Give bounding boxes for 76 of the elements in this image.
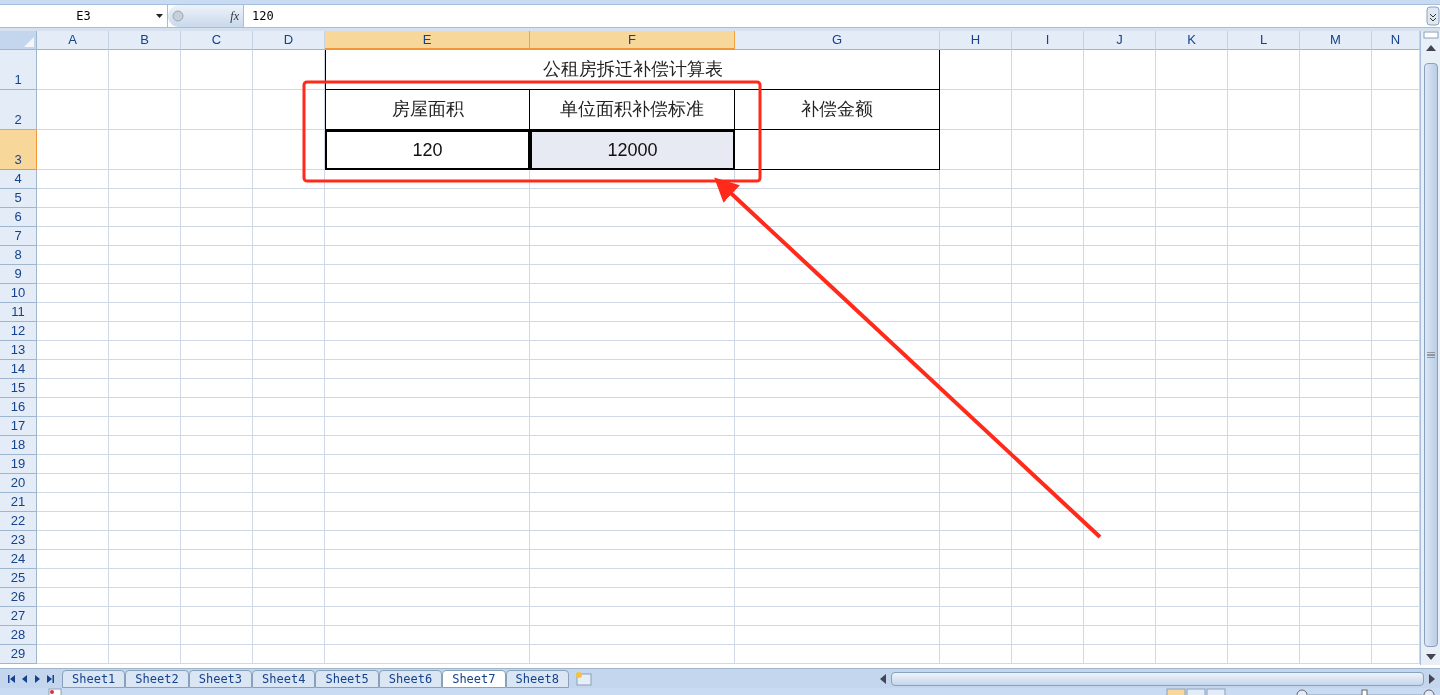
previous-sheet-icon[interactable] — [22, 674, 28, 683]
last-sheet-icon[interactable] — [47, 674, 55, 683]
column-header[interactable]: F — [530, 31, 735, 50]
name-box[interactable]: E3 — [0, 5, 168, 27]
right-arrow-icon[interactable] — [1428, 673, 1436, 684]
knob-icon — [172, 10, 184, 22]
sheet-tab[interactable]: Sheet5 — [315, 669, 379, 688]
column-header[interactable]: J — [1084, 31, 1156, 50]
row-header[interactable]: 23 — [0, 531, 37, 550]
column-header[interactable]: H — [940, 31, 1012, 50]
row-header[interactable]: 24 — [0, 550, 37, 569]
column-header[interactable]: E — [325, 31, 530, 50]
grip-icon — [1426, 352, 1435, 358]
row-header[interactable]: 2 — [0, 90, 37, 130]
row-header[interactable]: 22 — [0, 512, 37, 531]
function-button[interactable]: fx — [230, 7, 239, 25]
column-header[interactable]: K — [1156, 31, 1228, 50]
column-header[interactable]: G — [735, 31, 940, 50]
row-header[interactable]: 19 — [0, 455, 37, 474]
expand-icon[interactable] — [1426, 6, 1440, 26]
row-header[interactable]: 18 — [0, 436, 37, 455]
sheet-tab[interactable]: Sheet7 — [442, 669, 506, 688]
column-header[interactable]: I — [1012, 31, 1084, 50]
row-header[interactable]: 10 — [0, 284, 37, 303]
select-all-button[interactable] — [0, 31, 37, 50]
sheet-tab[interactable]: Sheet8 — [505, 669, 569, 688]
row-header[interactable]: 6 — [0, 208, 37, 227]
row-header[interactable]: 21 — [0, 493, 37, 512]
row-header[interactable]: 15 — [0, 379, 37, 398]
sheet-tab[interactable]: Sheet2 — [125, 669, 189, 688]
column-header[interactable]: C — [181, 31, 253, 50]
column-header[interactable]: A — [37, 31, 109, 50]
column-header[interactable]: D — [253, 31, 325, 50]
row-header[interactable]: 13 — [0, 341, 37, 360]
left-arrow-icon[interactable] — [879, 673, 887, 684]
vertical-scrollbar[interactable] — [1420, 31, 1440, 665]
row-header[interactable]: 29 — [0, 645, 37, 664]
row-header[interactable]: 28 — [0, 626, 37, 645]
column-header[interactable]: L — [1228, 31, 1300, 50]
column-header[interactable]: N — [1372, 31, 1420, 50]
column-header[interactable]: B — [109, 31, 181, 50]
row-header[interactable]: 9 — [0, 265, 37, 284]
table-cell[interactable]: 12000 — [530, 130, 735, 170]
column-header[interactable]: M — [1300, 31, 1372, 50]
row-header[interactable]: 3 — [0, 130, 37, 170]
sheet-tab[interactable]: Sheet6 — [378, 669, 443, 688]
table-cell[interactable]: 120 — [325, 130, 530, 170]
table-title: 公租房拆迁补偿计算表 — [325, 50, 940, 90]
sheet-tab[interactable]: Sheet1 — [62, 669, 126, 688]
row-header[interactable]: 11 — [0, 303, 37, 322]
row-header[interactable]: 5 — [0, 189, 37, 208]
scroll-thumb[interactable] — [1423, 63, 1438, 647]
first-sheet-icon[interactable] — [7, 674, 15, 683]
row-header[interactable]: 14 — [0, 360, 37, 379]
view-buttons-icon[interactable] — [1166, 688, 1226, 695]
row-header[interactable]: 20 — [0, 474, 37, 493]
row-header[interactable]: 27 — [0, 607, 37, 626]
table-header-cell: 补偿金额 — [735, 90, 940, 130]
row-header[interactable]: 26 — [0, 588, 37, 607]
caret-icon — [156, 14, 163, 18]
formula-field[interactable]: 120 — [252, 7, 1426, 25]
row-header[interactable]: 1 — [0, 50, 37, 90]
row-header[interactable]: 4 — [0, 170, 37, 189]
next-sheet-icon[interactable] — [34, 674, 40, 683]
zoom-slider-icon[interactable] — [1296, 688, 1436, 695]
sheet-tab[interactable]: Sheet3 — [188, 669, 253, 688]
scroll-thumb[interactable] — [891, 671, 1424, 686]
row-header[interactable]: 12 — [0, 322, 37, 341]
row-header[interactable]: 25 — [0, 569, 37, 588]
corner-triangle-icon — [24, 37, 34, 47]
row-header[interactable]: 16 — [0, 398, 37, 417]
macro-icon[interactable] — [48, 688, 62, 695]
sheet-tab[interactable]: Sheet4 — [252, 669, 316, 688]
row-header[interactable]: 7 — [0, 227, 37, 246]
row-header[interactable]: 17 — [0, 417, 37, 436]
row-header[interactable]: 8 — [0, 246, 37, 265]
